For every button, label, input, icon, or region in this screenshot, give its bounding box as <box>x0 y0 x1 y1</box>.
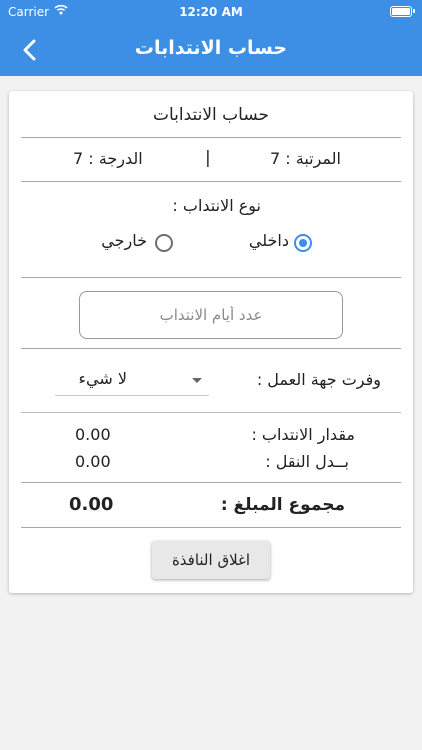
total-amount-label: مجموع المبلغ : <box>220 495 345 515</box>
app-bar: حساب الانتدابات <box>0 24 422 76</box>
rank-text: المرتبة : 7 <box>269 149 341 168</box>
internal-radio-label[interactable]: داخلي <box>249 231 289 250</box>
status-bar: Carrier 12:20 AM <box>0 0 422 24</box>
transport-allowance-label: بــدل النقل : <box>265 452 349 471</box>
divider <box>21 527 401 528</box>
days-input[interactable] <box>79 291 343 339</box>
assignment-type-label: نوع الانتداب : <box>172 196 261 215</box>
divider <box>21 277 401 278</box>
battery-icon <box>390 6 415 17</box>
employer-provided-label: وفرت جهة العمل : <box>256 370 381 389</box>
divider <box>21 348 401 349</box>
employer-provided-value: لا شيء <box>78 369 127 388</box>
grade-text: الدرجة : 7 <box>73 149 143 168</box>
internal-radio[interactable] <box>294 234 312 252</box>
card-title: حساب الانتدابات <box>152 105 270 125</box>
external-radio[interactable] <box>155 234 173 252</box>
dropdown-caret-icon <box>192 378 202 383</box>
chevron-left-icon <box>23 39 36 61</box>
divider <box>21 137 401 138</box>
close-window-button[interactable]: اغلاق النافذة <box>152 541 270 579</box>
divider <box>21 181 401 182</box>
calculator-card: حساب الانتدابات المرتبة : 7 | الدرجة : 7… <box>9 91 413 593</box>
divider <box>21 482 401 483</box>
status-time: 12:20 AM <box>179 5 243 19</box>
employer-provided-select[interactable]: لا شيء <box>55 366 209 396</box>
separator: | <box>205 148 211 168</box>
assignment-amount-label: مقدار الانتداب : <box>251 425 355 444</box>
transport-allowance-value: 0.00 <box>75 452 111 471</box>
page-title: حساب الانتدابات <box>134 37 288 59</box>
total-amount-value: 0.00 <box>69 494 114 515</box>
assignment-amount-value: 0.00 <box>75 425 111 444</box>
divider <box>21 412 401 413</box>
back-button[interactable] <box>16 36 44 64</box>
external-radio-label[interactable]: خارجي <box>101 231 147 250</box>
